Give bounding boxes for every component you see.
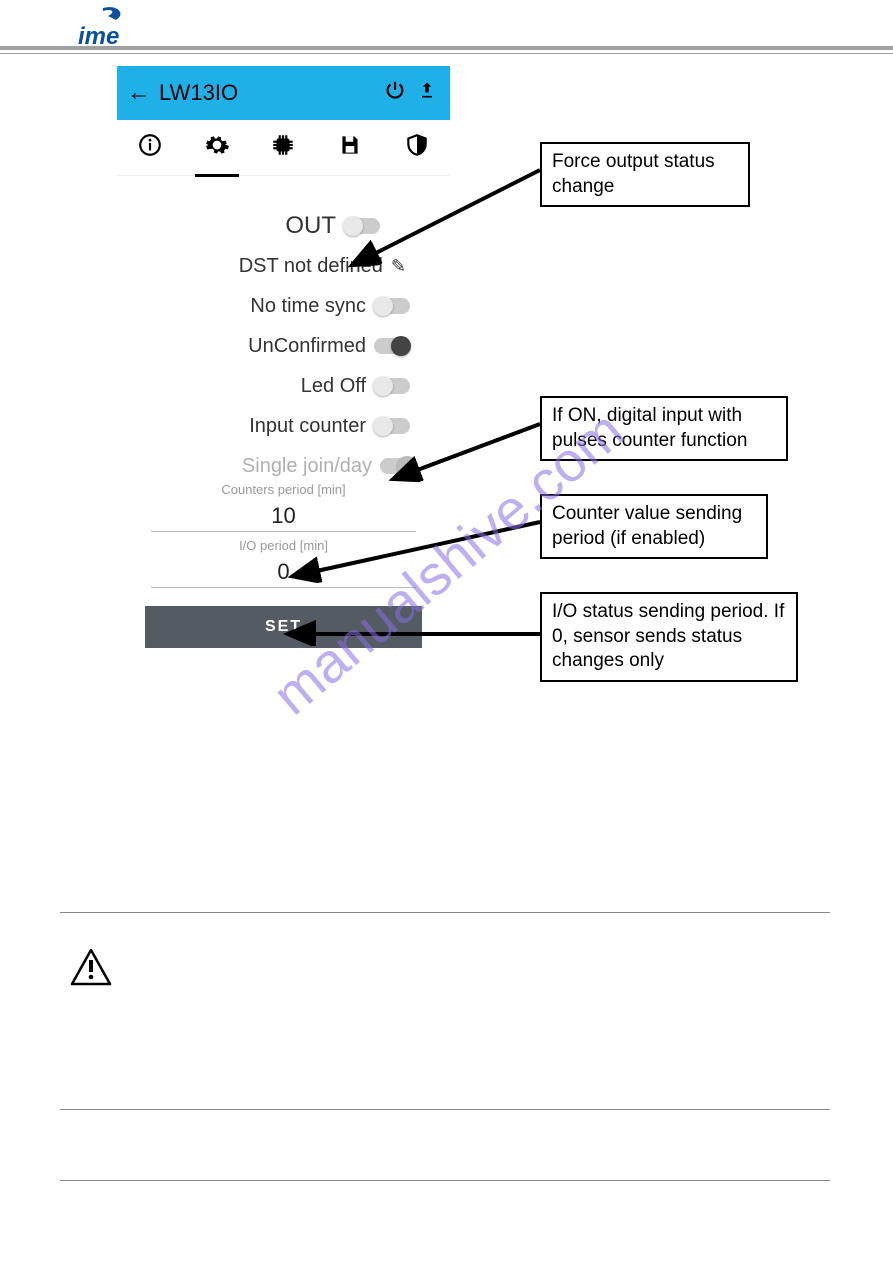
warning-icon [70, 948, 112, 991]
divider-1 [60, 912, 830, 913]
annotation-arrows [0, 0, 893, 900]
divider-2 [60, 1109, 830, 1110]
divider-3 [60, 1180, 830, 1181]
